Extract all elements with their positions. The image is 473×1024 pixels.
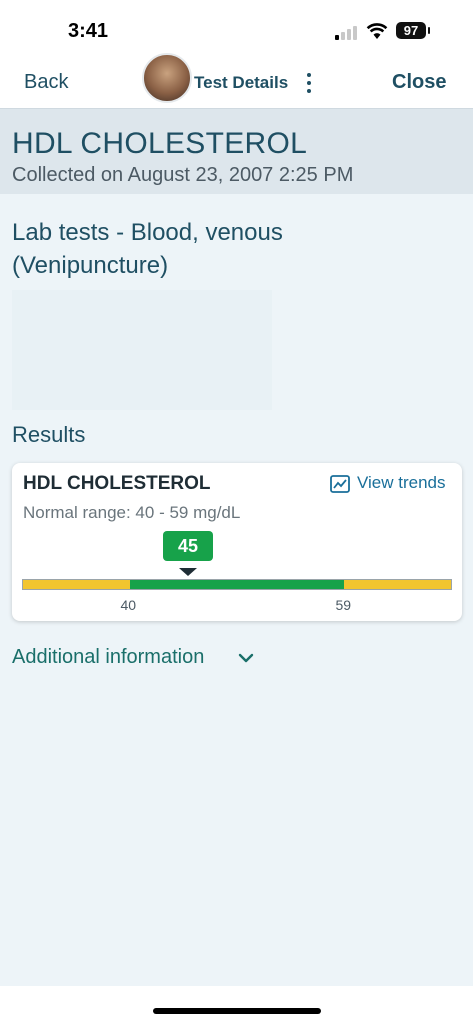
value-marker bbox=[178, 568, 197, 576]
battery-icon: 97 bbox=[396, 22, 426, 39]
back-button[interactable]: Back bbox=[24, 71, 68, 94]
view-trends-label: View trends bbox=[357, 473, 446, 492]
kebab-menu-icon[interactable] bbox=[306, 71, 312, 95]
test-header: HDL CHOLESTEROL Collected on August 23, … bbox=[0, 108, 473, 195]
status-time: 3:41 bbox=[68, 20, 109, 42]
placeholder-area bbox=[12, 290, 272, 410]
nav-bar: Back Test Details Close bbox=[0, 53, 473, 108]
range-high-label: 59 bbox=[335, 597, 352, 613]
value-badge: 45 bbox=[162, 531, 213, 561]
additional-info-label: Additional information bbox=[12, 646, 205, 668]
trend-chart-icon bbox=[330, 475, 350, 493]
range-bar bbox=[22, 579, 452, 590]
avatar[interactable] bbox=[142, 53, 192, 103]
result-card-title: HDL CHOLESTEROL bbox=[23, 473, 211, 494]
range-low-label: 40 bbox=[120, 597, 137, 613]
lab-test-title: Lab tests - Blood, venous (Venipuncture) bbox=[12, 219, 283, 279]
collected-date: Collected on August 23, 2007 2:25 PM bbox=[12, 164, 354, 186]
home-indicator bbox=[153, 1008, 321, 1014]
bottom-area bbox=[0, 986, 473, 1024]
result-card: HDL CHOLESTEROL View trends Normal range… bbox=[12, 463, 462, 621]
results-heading: Results bbox=[12, 422, 86, 447]
status-bar: 3:41 97 bbox=[0, 0, 473, 60]
close-button[interactable]: Close bbox=[392, 71, 446, 94]
normal-range-text: Normal range: 40 - 59 mg/dL bbox=[23, 503, 241, 522]
test-title: HDL CHOLESTEROL bbox=[12, 127, 308, 160]
signal-icon bbox=[335, 24, 361, 40]
chevron-down-icon bbox=[238, 653, 254, 663]
nav-title: Test Details bbox=[194, 73, 289, 92]
content-area: Lab tests - Blood, venous (Venipuncture)… bbox=[0, 194, 473, 986]
wifi-icon bbox=[366, 23, 388, 39]
battery-tip bbox=[428, 27, 430, 34]
normal-range-segment bbox=[130, 580, 344, 589]
